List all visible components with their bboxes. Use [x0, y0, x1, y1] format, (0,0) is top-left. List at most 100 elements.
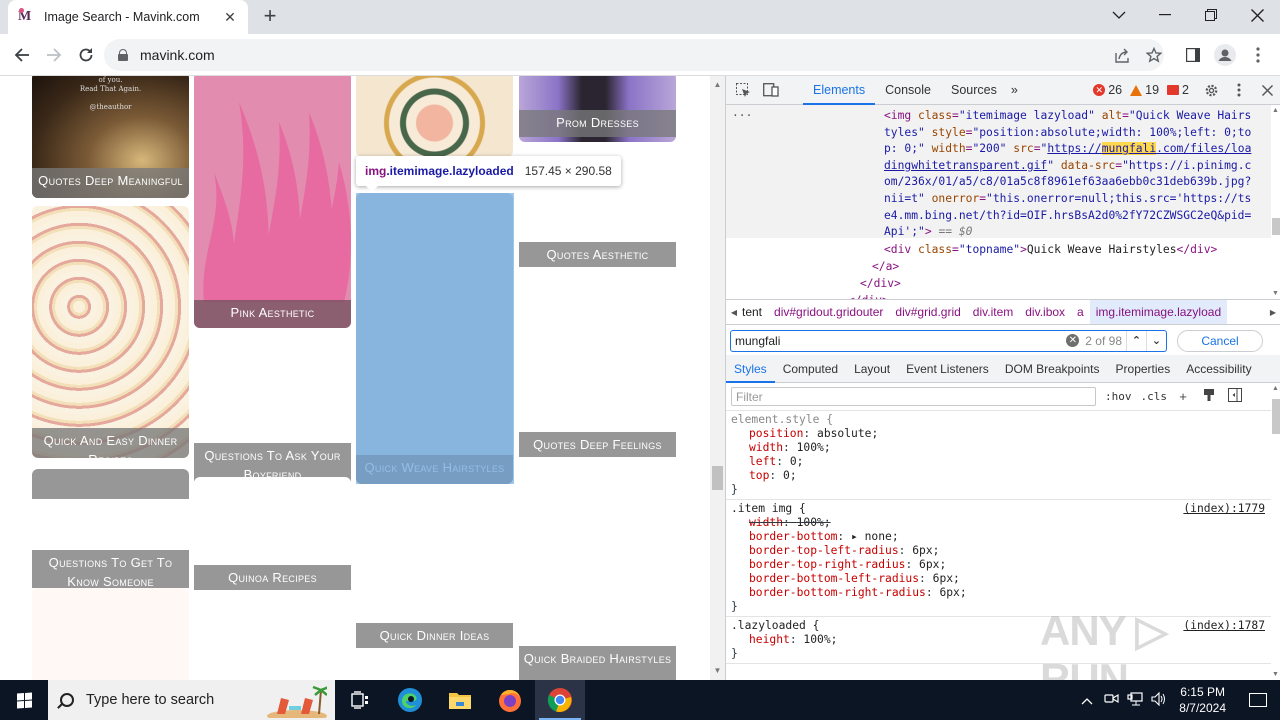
- style-property-overridden[interactable]: width: 100%;: [731, 516, 1266, 530]
- hover-state-toggle[interactable]: :hov: [1105, 390, 1132, 403]
- card-label[interactable]: Questions To Get To Know Someone: [32, 550, 189, 588]
- styles-scrollbar[interactable]: ▲ ▼: [1271, 383, 1280, 680]
- subtab-layout[interactable]: Layout: [846, 355, 898, 383]
- breadcrumb-item[interactable]: div#grid.grid: [889, 300, 966, 324]
- profile-avatar-icon[interactable]: [1212, 42, 1238, 68]
- card-label[interactable]: Questions To Ask Your Boyfriend: [194, 443, 351, 481]
- url-text[interactable]: mavink.com: [140, 47, 215, 63]
- devtools-tab-elements[interactable]: Elements: [803, 76, 876, 105]
- rule-source-link[interactable]: (index):1787: [1183, 619, 1265, 633]
- tab-search-chevron-icon[interactable]: [1096, 0, 1142, 30]
- network-icon[interactable]: [1123, 691, 1147, 709]
- subtab-computed[interactable]: Computed: [775, 355, 846, 383]
- new-tab-button[interactable]: +: [258, 5, 282, 29]
- dom-ellipsis[interactable]: ...: [732, 105, 752, 122]
- subtab-accessibility[interactable]: Accessibility: [1178, 355, 1259, 383]
- taskbar-search-placeholder[interactable]: Type here to search: [86, 692, 214, 708]
- page-scroll-thumb[interactable]: [712, 466, 723, 490]
- scroll-up-arrow-icon[interactable]: ▲: [1272, 385, 1279, 392]
- image-card[interactable]: [32, 588, 189, 680]
- dom-line[interactable]: </div>: [860, 276, 901, 293]
- styles-scroll-thumb[interactable]: [1272, 399, 1280, 434]
- dom-line[interactable]: dingwhitetransparent.gif" data-src="http…: [884, 158, 1251, 175]
- firefox-icon[interactable]: [485, 680, 535, 720]
- dom-line[interactable]: <img class="itemimage lazyload" alt="Qui…: [884, 108, 1251, 125]
- error-count-badge[interactable]: ✕ 26: [1093, 83, 1122, 97]
- camera-meet-icon[interactable]: [1099, 692, 1123, 708]
- card-image[interactable]: [356, 76, 513, 157]
- style-property[interactable]: top: 0;: [731, 469, 1266, 483]
- card-label[interactable]: Quick And Easy Dinner Recipes: [32, 428, 189, 458]
- restore-icon[interactable]: [1188, 0, 1234, 30]
- window-close-icon[interactable]: [1234, 0, 1280, 30]
- settings-gear-icon[interactable]: [1197, 76, 1225, 105]
- style-property[interactable]: width: 100%;: [731, 441, 1266, 455]
- scroll-down-arrow-icon[interactable]: ▼: [710, 664, 725, 678]
- chrome-menu-icon[interactable]: [1245, 42, 1271, 68]
- dom-scrollbar[interactable]: ▲ ▼: [1271, 105, 1280, 299]
- styles-filter-input[interactable]: Filter: [731, 387, 1096, 406]
- dom-line[interactable]: om/236x/01/a5/c8/01a5c8f8961ef63aa6ebb0c…: [884, 174, 1251, 191]
- notification-center-icon[interactable]: [1236, 680, 1280, 720]
- volume-icon[interactable]: [1147, 691, 1171, 709]
- rule-selector[interactable]: element.style {: [731, 413, 1266, 427]
- taskbar-search-box[interactable]: Type here to search: [48, 680, 335, 720]
- style-property[interactable]: border-bottom-right-radius: 6px;: [731, 586, 1266, 600]
- image-card[interactable]: [194, 477, 351, 561]
- new-style-rule-icon[interactable]: +: [1173, 389, 1193, 404]
- card-image[interactable]: [32, 206, 189, 458]
- browser-tab[interactable]: M Image Search - Mavink.com ✕: [8, 0, 248, 34]
- clear-search-icon[interactable]: ✕: [1066, 334, 1080, 347]
- image-card[interactable]: Quick And Easy Dinner Recipes: [32, 206, 189, 458]
- card-label[interactable]: Prom Dresses: [519, 110, 676, 137]
- style-property[interactable]: border-top-right-radius: 6px;: [731, 558, 1266, 572]
- devtools-tab-sources[interactable]: Sources: [941, 76, 1007, 105]
- devtools-close-icon[interactable]: [1253, 76, 1280, 105]
- card-label[interactable]: Quotes Deep Meaningful: [32, 168, 189, 198]
- style-property[interactable]: border-bottom: ▸ none;: [731, 530, 1266, 544]
- card-label[interactable]: Quick Braided Hairstyles: [519, 646, 676, 680]
- style-rule-item-img[interactable]: .item img { (index):1779 width: 100%; bo…: [726, 500, 1271, 617]
- breadcrumb-item[interactable]: a: [1071, 300, 1090, 324]
- search-prev-icon[interactable]: ⌃: [1126, 330, 1146, 351]
- rule-source-link[interactable]: (index):1779: [1183, 502, 1265, 516]
- search-next-icon[interactable]: ⌄: [1146, 330, 1166, 351]
- chrome-icon[interactable]: [535, 680, 585, 720]
- address-bar[interactable]: mavink.com: [104, 39, 1164, 71]
- more-tabs-button[interactable]: »: [1007, 76, 1022, 105]
- card-label[interactable]: Quick Dinner Ideas: [356, 623, 513, 648]
- style-property[interactable]: position: absolute;: [731, 427, 1266, 441]
- dom-line[interactable]: </a>: [872, 259, 899, 276]
- image-card[interactable]: Pink Aesthetic: [194, 76, 351, 328]
- card-label[interactable]: Pink Aesthetic: [194, 300, 351, 328]
- dom-line[interactable]: <div class="topname">Quick Weave Hairsty…: [884, 242, 1217, 259]
- scroll-up-arrow-icon[interactable]: ▲: [710, 78, 725, 92]
- show-hidden-icons-chevron-icon[interactable]: [1075, 693, 1099, 708]
- dom-line[interactable]: nii=t" onerror="this.onerror=null;this.s…: [884, 191, 1251, 208]
- scroll-up-arrow-icon[interactable]: ▲: [1272, 107, 1279, 114]
- devtools-menu-icon[interactable]: [1225, 76, 1253, 105]
- edge-browser-icon[interactable]: [385, 680, 435, 720]
- breadcrumb-item[interactable]: div.ibox: [1019, 300, 1071, 324]
- breadcrumb-item[interactable]: div.item: [967, 300, 1019, 324]
- class-toggle[interactable]: .cls: [1141, 390, 1168, 403]
- dom-line[interactable]: p: 0;" width="200" src="https://mungfali…: [884, 141, 1251, 158]
- breadcrumb-item[interactable]: tent: [742, 300, 768, 324]
- breadcrumb-item-selected[interactable]: img.itemimage.lazyload: [1089, 300, 1228, 324]
- breadcrumb-item[interactable]: div#gridout.gridouter: [768, 300, 889, 324]
- lock-icon[interactable]: [118, 49, 128, 61]
- subtab-properties[interactable]: Properties: [1108, 355, 1179, 383]
- inspect-element-icon[interactable]: [729, 76, 757, 105]
- subtab-styles[interactable]: Styles: [726, 355, 775, 383]
- reload-button[interactable]: [73, 42, 99, 68]
- toggle-sidebar-icon[interactable]: [1225, 388, 1245, 405]
- card-label[interactable]: Quotes Deep Feelings: [519, 432, 676, 457]
- card-label[interactable]: Quinoa Recipes: [194, 565, 351, 590]
- style-rule-element[interactable]: element.style { position: absolute; widt…: [726, 411, 1271, 500]
- scroll-down-arrow-icon[interactable]: ▼: [1272, 671, 1279, 678]
- image-card[interactable]: [356, 76, 513, 157]
- image-card[interactable]: Prom Dresses: [519, 76, 676, 142]
- minimize-icon[interactable]: [1142, 0, 1188, 30]
- side-panel-icon[interactable]: [1180, 42, 1206, 68]
- tab-close-icon[interactable]: ✕: [222, 9, 238, 26]
